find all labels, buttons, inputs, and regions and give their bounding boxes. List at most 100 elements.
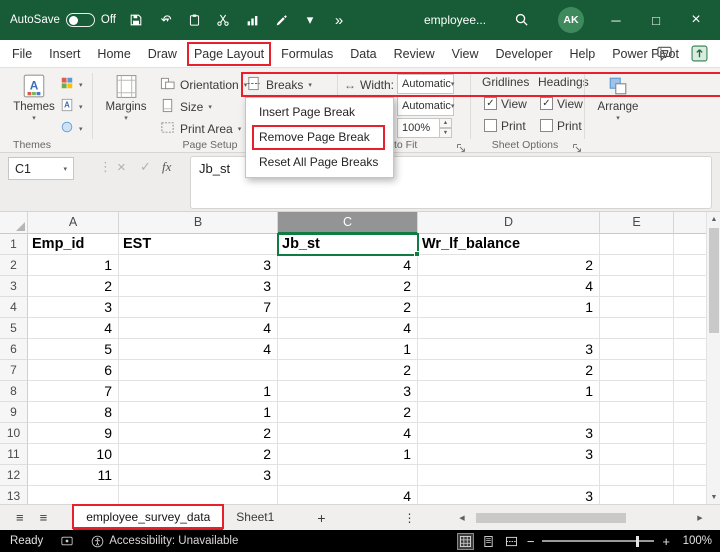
undo-icon[interactable]: ↶ ▾	[156, 11, 174, 29]
cell[interactable]	[600, 276, 674, 297]
cell[interactable]: 1	[278, 339, 418, 360]
scale-spinner[interactable]: ▲ ▼	[439, 118, 452, 138]
cancel-icon[interactable]: ×	[117, 159, 126, 176]
cell[interactable]: 3	[119, 465, 278, 486]
themes-button[interactable]: A Themes ▾	[8, 72, 60, 138]
menu-tab-formulas[interactable]: Formulas	[281, 47, 333, 61]
menu-item-insert-page-break[interactable]: Insert Page Break	[246, 100, 393, 125]
cell[interactable]	[600, 465, 674, 486]
size-button[interactable]: Size ▾	[160, 96, 212, 117]
sheet-nav-left-icon[interactable]: ≡	[16, 510, 24, 525]
row-header[interactable]: 11	[0, 444, 28, 465]
row-header[interactable]: 8	[0, 381, 28, 402]
macro-record-icon[interactable]	[61, 535, 73, 547]
cell[interactable]	[600, 339, 674, 360]
gridlines-print-checkbox[interactable]	[484, 119, 497, 132]
cell[interactable]: 3	[28, 297, 119, 318]
theme-fonts-button[interactable]: A ▾	[60, 96, 83, 117]
page-layout-view-icon[interactable]	[481, 534, 496, 549]
headings-view-checkbox[interactable]	[540, 97, 553, 110]
zoom-level[interactable]: 100%	[678, 535, 712, 547]
enter-icon[interactable]: ✓	[140, 159, 151, 175]
row-header[interactable]: 12	[0, 465, 28, 486]
cell[interactable]	[418, 465, 600, 486]
cell[interactable]	[600, 444, 674, 465]
cell[interactable]: 4	[278, 486, 418, 504]
dialog-launcher-icon[interactable]	[572, 140, 582, 152]
zoom-slider[interactable]	[542, 535, 655, 547]
scroll-right-icon[interactable]: ▶	[694, 514, 706, 522]
menu-tab-home[interactable]: Home	[97, 47, 130, 61]
zoom-slider-thumb[interactable]	[636, 535, 640, 547]
menu-tab-page-layout[interactable]: Page Layout	[186, 41, 272, 66]
accessibility-status[interactable]: Accessibility: Unavailable	[109, 535, 238, 547]
more-commands-icon[interactable]: »	[330, 11, 348, 29]
autosave-toggle[interactable]	[65, 13, 95, 27]
cell[interactable]: 11	[28, 465, 119, 486]
cell[interactable]: 4	[28, 318, 119, 339]
cell[interactable]: 4	[119, 318, 278, 339]
comments-icon[interactable]	[656, 45, 673, 65]
column-header-a[interactable]: A	[28, 212, 119, 234]
cell[interactable]: 2	[418, 360, 600, 381]
margins-button[interactable]: Margins ▾	[100, 72, 152, 138]
cell[interactable]: 2	[28, 276, 119, 297]
column-header-d[interactable]: D	[418, 212, 600, 234]
cell[interactable]: 9	[28, 423, 119, 444]
menu-tab-file[interactable]: File	[12, 47, 32, 61]
select-all-button[interactable]	[0, 212, 28, 234]
cell-selected[interactable]: Jb_st	[278, 234, 418, 255]
theme-colors-button[interactable]: ▾	[60, 74, 83, 95]
normal-view-icon[interactable]	[456, 532, 474, 550]
cell[interactable]: 1	[418, 381, 600, 402]
save-icon[interactable]	[127, 11, 145, 29]
page-break-preview-icon[interactable]	[504, 534, 519, 549]
cell[interactable]	[278, 465, 418, 486]
gridlines-view-checkbox[interactable]	[484, 97, 497, 110]
clipboard-icon[interactable]	[185, 11, 203, 29]
row-header[interactable]: 10	[0, 423, 28, 444]
cell[interactable]: 2	[278, 297, 418, 318]
print-area-button[interactable]: Print Area ▾	[160, 118, 241, 139]
share-icon[interactable]	[691, 45, 708, 65]
scroll-up-icon[interactable]: ▲	[707, 212, 720, 226]
close-button[interactable]: ×	[676, 0, 716, 40]
cell[interactable]: 1	[119, 381, 278, 402]
chart-icon[interactable]	[243, 11, 261, 29]
cell[interactable]: 2	[119, 423, 278, 444]
horizontal-scrollbar-thumb[interactable]	[476, 513, 626, 523]
cell[interactable]: 3	[278, 381, 418, 402]
cell[interactable]	[600, 318, 674, 339]
row-header[interactable]: 13	[0, 486, 28, 504]
arrange-button[interactable]: Arrange ▾	[592, 72, 644, 138]
orientation-button[interactable]: Orientation ▾	[160, 74, 247, 95]
search-icon[interactable]	[514, 12, 529, 32]
cell[interactable]	[600, 297, 674, 318]
sheet-tab-sheet1[interactable]: Sheet1	[223, 505, 287, 530]
vertical-scrollbar-thumb[interactable]	[709, 228, 719, 333]
cell[interactable]: 3	[119, 255, 278, 276]
cell[interactable]: 6	[28, 360, 119, 381]
height-combo[interactable]: Automatic ▾	[397, 96, 454, 116]
cell[interactable]: 3	[418, 339, 600, 360]
cell[interactable]: 1	[278, 444, 418, 465]
menu-tab-developer[interactable]: Developer	[496, 47, 553, 61]
cell[interactable]: Emp_id	[28, 234, 119, 255]
zoom-in-button[interactable]: +	[662, 534, 670, 549]
menu-item-remove-page-break[interactable]: Remove Page Break	[246, 125, 393, 150]
cell[interactable]	[600, 234, 674, 255]
cell[interactable]	[600, 360, 674, 381]
cell[interactable]	[600, 255, 674, 276]
menu-tab-help[interactable]: Help	[570, 47, 596, 61]
cell[interactable]: 3	[119, 276, 278, 297]
dialog-launcher-icon[interactable]	[456, 140, 466, 152]
column-header-b[interactable]: B	[119, 212, 278, 234]
zoom-out-button[interactable]: −	[527, 534, 535, 549]
cell[interactable]: 2	[278, 276, 418, 297]
autosave-control[interactable]: AutoSave Off	[10, 13, 116, 27]
name-box[interactable]: C1 ▾	[8, 157, 74, 180]
cell[interactable]: 4	[278, 318, 418, 339]
cell[interactable]: 2	[418, 255, 600, 276]
cell[interactable]: Wr_lf_balance	[418, 234, 600, 255]
cell[interactable]: EST	[119, 234, 278, 255]
